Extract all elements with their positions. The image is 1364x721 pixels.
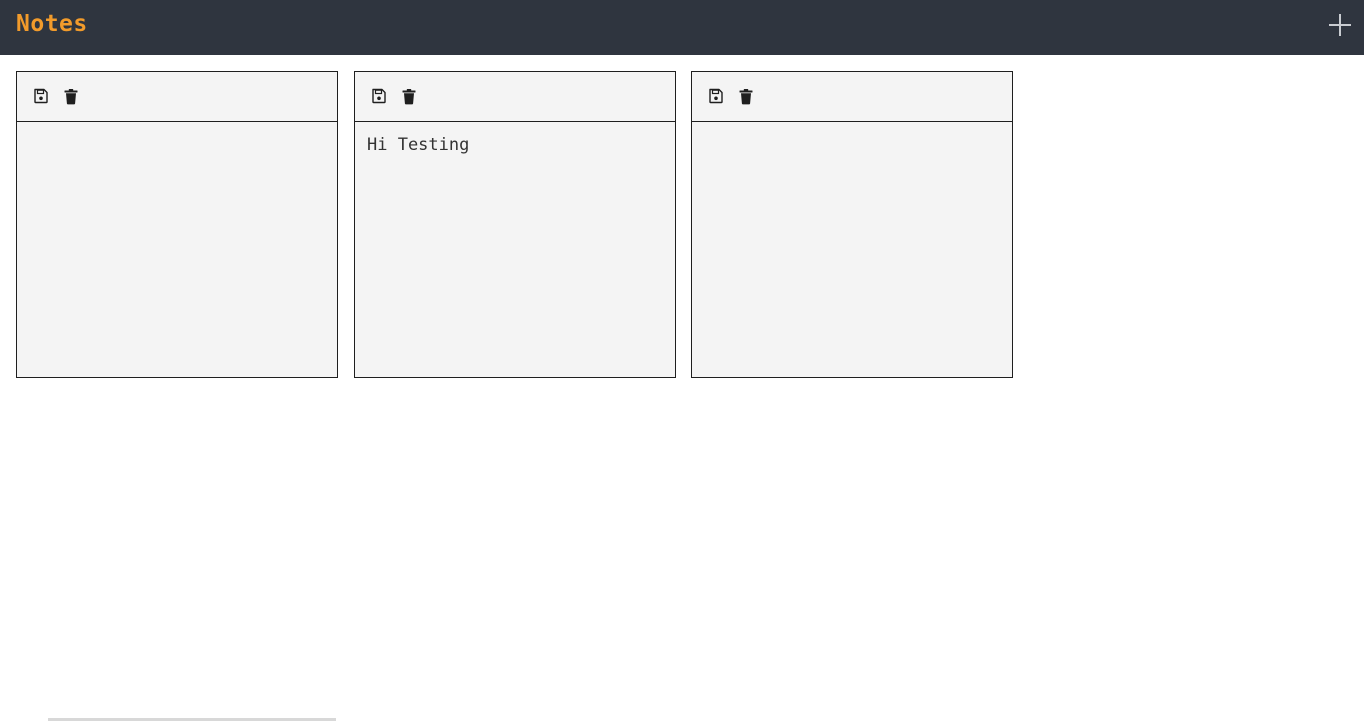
delete-note-button[interactable] [401,88,417,105]
note-text[interactable]: Hi Testing [367,134,663,364]
add-note-button[interactable] [1326,11,1354,39]
app-title: Notes [16,11,88,37]
save-icon [372,88,386,104]
save-note-button[interactable] [371,88,387,105]
note-card[interactable] [691,71,1013,378]
note-toolbar [17,72,337,122]
note-toolbar [692,72,1012,122]
note-text[interactable] [704,134,1000,364]
app-header: Notes [0,0,1364,55]
note-card[interactable] [16,71,338,378]
trash-icon [64,89,78,105]
trash-icon [739,89,753,105]
delete-note-button[interactable] [738,88,754,105]
note-card[interactable]: Hi Testing [354,71,676,378]
save-note-button[interactable] [708,88,724,105]
note-toolbar [355,72,675,122]
delete-note-button[interactable] [63,88,79,105]
save-icon [34,88,48,104]
trash-icon [402,89,416,105]
save-icon [709,88,723,104]
save-note-button[interactable] [33,88,49,105]
note-text[interactable] [29,134,325,364]
